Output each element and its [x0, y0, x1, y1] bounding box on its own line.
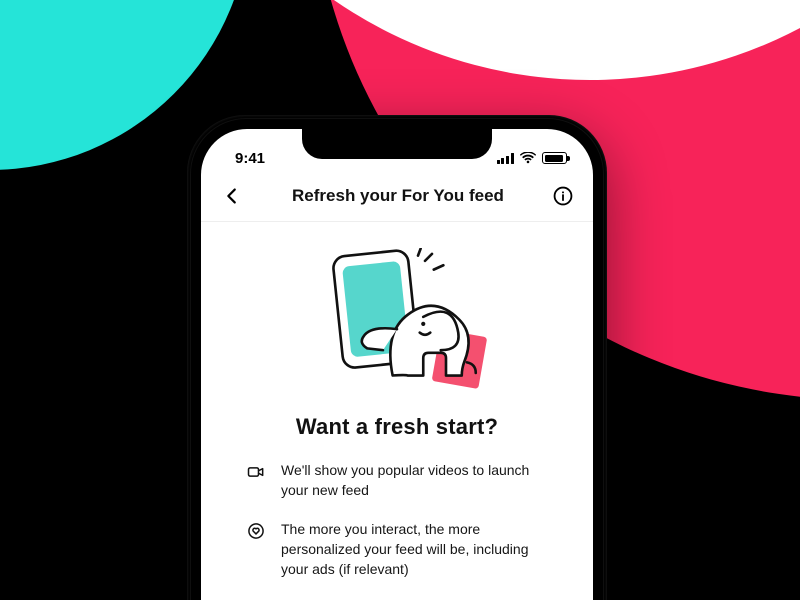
promo-stage: 9:41 Refresh your For	[0, 0, 800, 600]
list-item: The more you interact, the more personal…	[245, 519, 549, 580]
cellular-signal-icon	[497, 153, 514, 164]
list-item-text: The more you interact, the more personal…	[281, 519, 549, 580]
illustration	[201, 222, 593, 408]
list-item-text: We'll show you popular videos to launch …	[281, 460, 549, 501]
heart-target-icon	[245, 520, 267, 542]
screen-header: Refresh your For You feed	[201, 173, 593, 222]
video-camera-icon	[245, 461, 267, 483]
page-title: Refresh your For You feed	[292, 186, 504, 206]
chevron-left-icon	[221, 185, 243, 207]
phone-screen: 9:41 Refresh your For	[201, 129, 593, 600]
phone-notch	[302, 129, 492, 159]
content: Want a fresh start? We'll show you popul…	[201, 408, 593, 600]
info-button[interactable]	[551, 184, 575, 208]
phone-frame: 9:41 Refresh your For	[187, 115, 607, 600]
status-time: 9:41	[235, 150, 265, 167]
headline: Want a fresh start?	[245, 414, 549, 440]
list-item: We'll show you popular videos to launch …	[245, 460, 549, 501]
info-icon	[552, 185, 574, 207]
status-indicators	[497, 152, 567, 164]
battery-icon	[542, 152, 567, 164]
wifi-icon	[520, 152, 536, 164]
elephant-phone-illustration	[292, 248, 502, 398]
back-button[interactable]	[219, 183, 245, 209]
